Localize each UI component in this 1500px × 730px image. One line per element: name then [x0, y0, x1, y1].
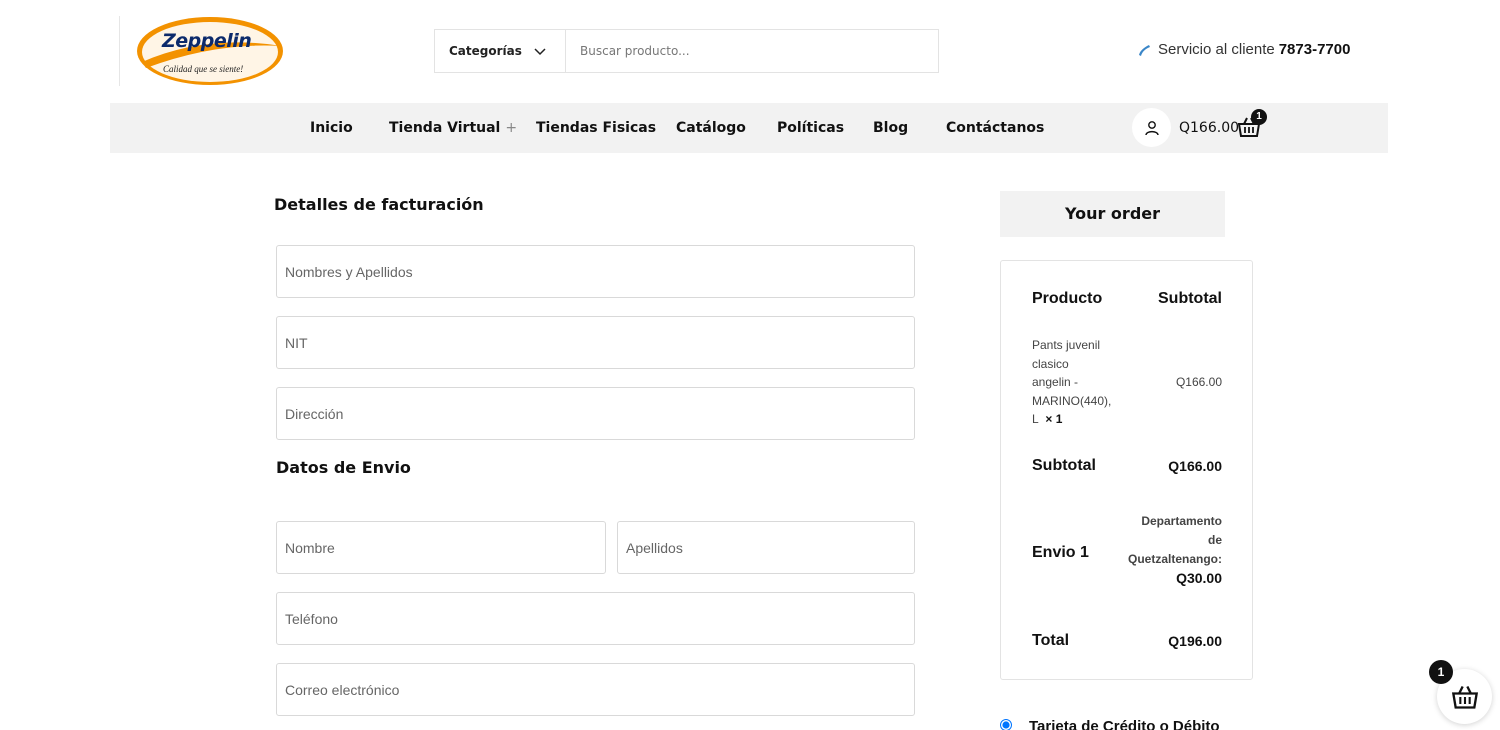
shipping-price: Q30.00 [1176, 570, 1222, 586]
shipping-dest-line: Quetzaltenango: [1127, 552, 1222, 566]
col-product-header: Producto [1032, 290, 1103, 307]
cart-count-badge: 1 [1251, 109, 1267, 125]
correo-input[interactable] [277, 664, 914, 715]
product-qty: × 1 [1045, 412, 1063, 426]
header-divider [119, 16, 120, 86]
product-name-line: MARINO(440), [1032, 393, 1112, 408]
plus-icon: + [505, 120, 518, 136]
nit-field [276, 316, 915, 369]
account-button[interactable] [1132, 108, 1171, 147]
product-name-line: clasico [1032, 356, 1069, 371]
cart-total[interactable]: Q166.00 [1179, 103, 1239, 153]
service-phone[interactable]: 7873-7700 [1279, 41, 1351, 58]
subtotal-label: Subtotal [1032, 457, 1096, 474]
nav-tienda-virtual[interactable]: Tienda Virtual + [389, 103, 517, 153]
customer-service: Servicio al cliente 7873-7700 [1137, 41, 1350, 58]
product-search: Categorías [434, 29, 939, 73]
zeppelin-logo[interactable]: Zeppelin Calidad que se siente! [136, 16, 286, 88]
product-name-line: L × 1 [1032, 410, 1118, 429]
nav-tienda-virtual-label: Tienda Virtual [389, 120, 501, 136]
user-icon [1144, 120, 1159, 135]
nombre-input[interactable] [277, 522, 605, 573]
correo-field [276, 663, 915, 716]
your-order-heading: Your order [1000, 191, 1225, 237]
product-size: L [1032, 412, 1039, 426]
shipping-dest-line: de [1207, 533, 1222, 547]
apellidos-field [617, 521, 915, 574]
service-label: Servicio al cliente [1158, 41, 1275, 58]
shipping-dest-line: Departamento [1141, 514, 1222, 528]
order-summary: Producto Subtotal Pants juvenil clasico … [1000, 260, 1253, 680]
nombre-field [276, 521, 606, 574]
product-price: Q166.00 [1175, 375, 1222, 389]
billing-title: Detalles de facturación [274, 195, 484, 214]
payment-card-radio[interactable] [1000, 719, 1012, 730]
nombres-input[interactable] [277, 246, 914, 297]
shipping-destination: Departamento de Quetzaltenango: Q30.00 [1122, 512, 1222, 588]
col-subtotal-header: Subtotal [1158, 290, 1222, 307]
telefono-input[interactable] [277, 593, 914, 644]
shipping-label: Envio 1 [1032, 544, 1089, 561]
product-name-line: angelin - [1032, 375, 1079, 389]
category-label: Categorías [449, 44, 522, 58]
total-label: Total [1032, 632, 1070, 649]
floating-cart-badge: 1 [1429, 660, 1453, 684]
category-dropdown[interactable]: Categorías [435, 30, 566, 72]
direccion-input[interactable] [277, 388, 914, 439]
phone-icon [1139, 44, 1150, 56]
product-name: Pants juvenil clasico angelin - MARINO(4… [1032, 336, 1118, 429]
product-name-line: Pants juvenil [1032, 338, 1101, 352]
nav-tiendas-fisicas[interactable]: Tiendas Fisicas [536, 103, 656, 153]
apellidos-input[interactable] [618, 522, 914, 573]
main-nav: Inicio Tienda Virtual + Tiendas Fisicas C… [110, 103, 1388, 153]
nombres-field [276, 245, 915, 298]
total-value: Q196.00 [1168, 633, 1222, 649]
basket-icon [1451, 685, 1478, 709]
nav-contactanos[interactable]: Contáctanos [946, 103, 1044, 153]
shipping-title: Datos de Envio [276, 458, 411, 477]
nav-politicas[interactable]: Políticas [777, 103, 844, 153]
nav-blog[interactable]: Blog [873, 103, 908, 153]
logo-oval-icon [137, 17, 283, 85]
logo-tagline: Calidad que se siente! [163, 64, 244, 74]
logo-wordmark: Zeppelin [162, 30, 252, 52]
subtotal-value: Q166.00 [1168, 458, 1222, 474]
nav-inicio[interactable]: Inicio [310, 103, 353, 153]
direccion-field [276, 387, 915, 440]
chevron-down-icon [534, 48, 546, 56]
nav-catalogo[interactable]: Catálogo [676, 103, 746, 153]
payment-card-label[interactable]: Tarjeta de Crédito o Débito [1029, 718, 1220, 730]
telefono-field [276, 592, 915, 645]
search-input[interactable] [566, 30, 938, 72]
nit-input[interactable] [277, 317, 914, 368]
